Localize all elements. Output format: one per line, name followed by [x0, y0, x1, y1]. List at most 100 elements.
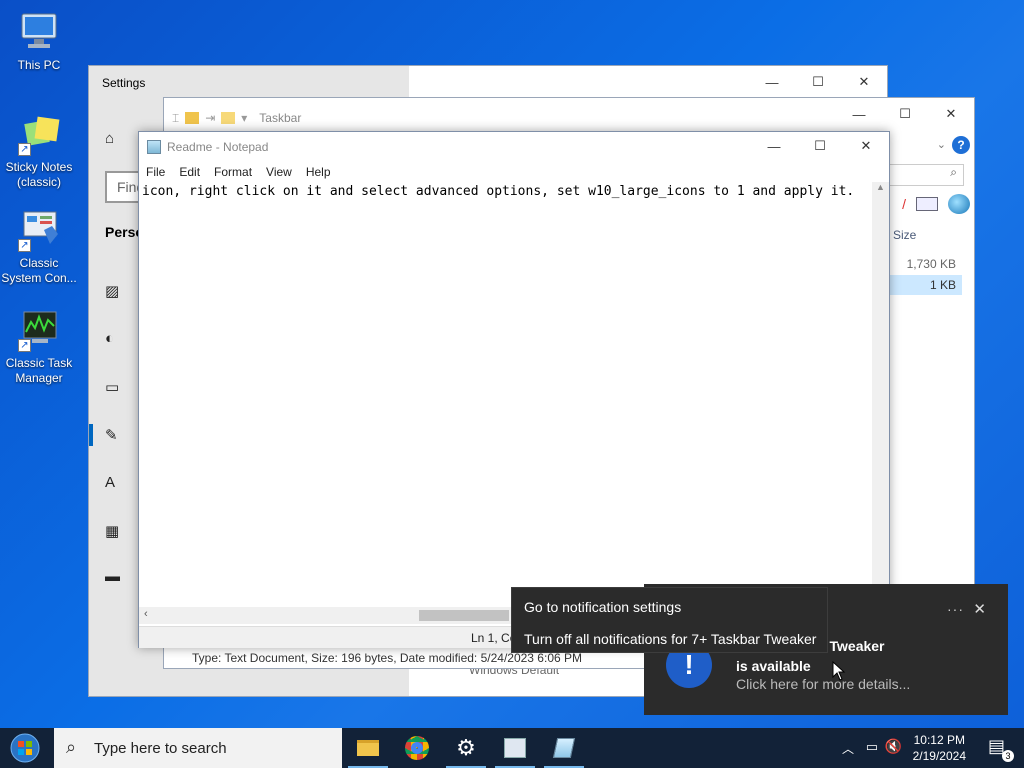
menu-file[interactable]: File: [146, 165, 165, 179]
scroll-left-icon[interactable]: ‹: [144, 608, 148, 620]
desktop-icon-task-manager[interactable]: ↗ Classic Task Manager: [0, 308, 78, 386]
close-button[interactable]: ✕: [928, 98, 974, 130]
menu-edit[interactable]: Edit: [179, 165, 200, 179]
notification-count-badge: 3: [1002, 750, 1014, 762]
desktop-icon-label: Sticky Notes (classic): [5, 160, 73, 189]
control-panel-icon: [504, 738, 526, 758]
desktop-icon-sticky-notes[interactable]: ↗ Sticky Notes (classic): [0, 112, 78, 190]
notepad-icon: [552, 738, 576, 758]
computer-icon: [16, 10, 62, 54]
task-manager-icon: ↗: [16, 308, 62, 352]
column-header-size[interactable]: Size: [893, 228, 916, 242]
nav-themes-icon[interactable]: ✎: [105, 426, 118, 444]
date: 2/19/2024: [912, 749, 966, 763]
chevron-down-icon[interactable]: ⌄: [937, 138, 946, 151]
search-icon: ⌕: [950, 165, 957, 179]
dropdown-icon[interactable]: ▾: [241, 111, 247, 125]
maximize-button[interactable]: ☐: [797, 132, 843, 160]
home-icon[interactable]: ⌂: [105, 130, 114, 147]
drive-icon[interactable]: [916, 197, 938, 211]
properties-icon[interactable]: ⇥: [205, 111, 215, 125]
taskbar-file-explorer[interactable]: [344, 728, 392, 768]
search-placeholder: Type here to search: [94, 740, 227, 757]
close-button[interactable]: ✕: [843, 132, 889, 160]
nav-background-icon[interactable]: ▨: [105, 282, 119, 300]
scroll-up-icon[interactable]: ▲: [872, 182, 889, 192]
windows-logo-icon: [10, 733, 40, 763]
taskbar-chrome[interactable]: [393, 728, 441, 768]
minimize-button[interactable]: —: [751, 132, 797, 160]
menu-item-notification-settings[interactable]: Go to notification settings: [524, 599, 681, 615]
more-options-button[interactable]: ···: [947, 601, 964, 617]
control-panel-icon: ↗: [16, 208, 62, 252]
shortcut-arrow-icon: ↗: [18, 339, 31, 352]
search-icon: ⌕: [66, 737, 77, 757]
shell-icon[interactable]: [948, 194, 970, 214]
window-controls: — ☐ ✕: [749, 66, 887, 98]
mouse-cursor-icon: [832, 660, 846, 684]
taskbar: ⌕ Type here to search ⚙ ︿ ▭ 🔇 10:12 PM 2…: [0, 728, 1024, 768]
maximize-button[interactable]: ☐: [795, 66, 841, 98]
desktop-icon-label: Classic System Con...: [1, 256, 77, 285]
maximize-button[interactable]: ☐: [882, 98, 928, 130]
nav-fonts-icon[interactable]: A: [105, 474, 115, 491]
desktop-icon-this-pc[interactable]: This PC: [0, 10, 78, 73]
close-button[interactable]: ✕: [973, 600, 986, 618]
taskbar-search[interactable]: ⌕ Type here to search: [54, 728, 342, 768]
sticky-notes-icon: ↗: [16, 112, 62, 156]
pin-icon[interactable]: ⌶: [172, 111, 179, 126]
toast-body: Click here for more details...: [736, 676, 911, 692]
network-icon[interactable]: ▭: [866, 739, 878, 755]
chevron-up-icon[interactable]: ︿: [842, 740, 854, 757]
notepad-window[interactable]: Readme - Notepad — ☐ ✕ File Edit Format …: [138, 131, 890, 648]
menu-view[interactable]: View: [266, 165, 292, 179]
desktop-icon-control-panel[interactable]: ↗ Classic System Con...: [0, 208, 78, 286]
menu-format[interactable]: Format: [214, 165, 252, 179]
toolbar-icons: /: [902, 194, 970, 214]
text-editor[interactable]: icon, right click on it and select advan…: [142, 184, 854, 199]
taskbar-notepad[interactable]: [540, 728, 588, 768]
red-icon[interactable]: /: [902, 196, 906, 212]
notepad-icon: [147, 140, 161, 154]
menu-bar: File Edit Format View Help: [139, 162, 889, 182]
nav-active-indicator: [89, 424, 93, 446]
file-explorer-icon: [357, 740, 379, 756]
clock[interactable]: 10:12 PM 2/19/2024: [913, 732, 966, 764]
taskbar-control-panel[interactable]: [491, 728, 539, 768]
file-row[interactable]: 1,730 KB: [890, 254, 962, 274]
close-button[interactable]: ✕: [841, 66, 887, 98]
chrome-icon: [405, 736, 429, 760]
status-bar: Type: Text Document, Size: 196 bytes, Da…: [192, 651, 582, 665]
context-menu: Go to notification settings Turn off all…: [511, 587, 828, 653]
minimize-button[interactable]: —: [836, 98, 882, 130]
action-center-button[interactable]: ▤ 3: [988, 736, 1014, 762]
new-folder-icon[interactable]: [221, 112, 236, 124]
scroll-thumb[interactable]: [419, 610, 509, 621]
search-input[interactable]: ⌕: [884, 164, 964, 186]
help-icon[interactable]: ?: [952, 136, 970, 154]
taskbar-settings[interactable]: ⚙: [442, 728, 490, 768]
volume-muted-icon[interactable]: 🔇: [885, 738, 902, 755]
shortcut-arrow-icon: ↗: [18, 143, 31, 156]
window-title: Taskbar: [259, 111, 302, 125]
file-row[interactable]: 1 KB: [890, 275, 962, 295]
toast-title-line: is available: [736, 658, 811, 674]
start-button[interactable]: [8, 732, 42, 764]
vertical-scrollbar[interactable]: ▲: [872, 182, 889, 612]
minimize-button[interactable]: —: [749, 66, 795, 98]
menu-help[interactable]: Help: [306, 165, 331, 179]
desktop-icon-label: Classic Task Manager: [5, 356, 73, 385]
window-title: Settings: [102, 76, 146, 90]
nav-colors-icon[interactable]: ◐: [105, 330, 114, 347]
time: 10:12 PM: [913, 733, 965, 747]
nav-taskbar-icon[interactable]: ▬: [105, 568, 120, 585]
menu-item-turn-off-notifications[interactable]: Turn off all notifications for 7+ Taskba…: [524, 631, 816, 647]
shortcut-arrow-icon: ↗: [18, 239, 31, 252]
nav-start-icon[interactable]: ▦: [105, 522, 119, 540]
window-title: Readme - Notepad: [167, 140, 269, 154]
desktop-icon-label: This PC: [17, 58, 61, 72]
folder-icon: [185, 112, 200, 124]
window-controls: — ☐ ✕: [751, 132, 889, 160]
nav-lock-screen-icon[interactable]: ▭: [105, 378, 119, 396]
gear-icon: ⚙: [456, 735, 476, 760]
